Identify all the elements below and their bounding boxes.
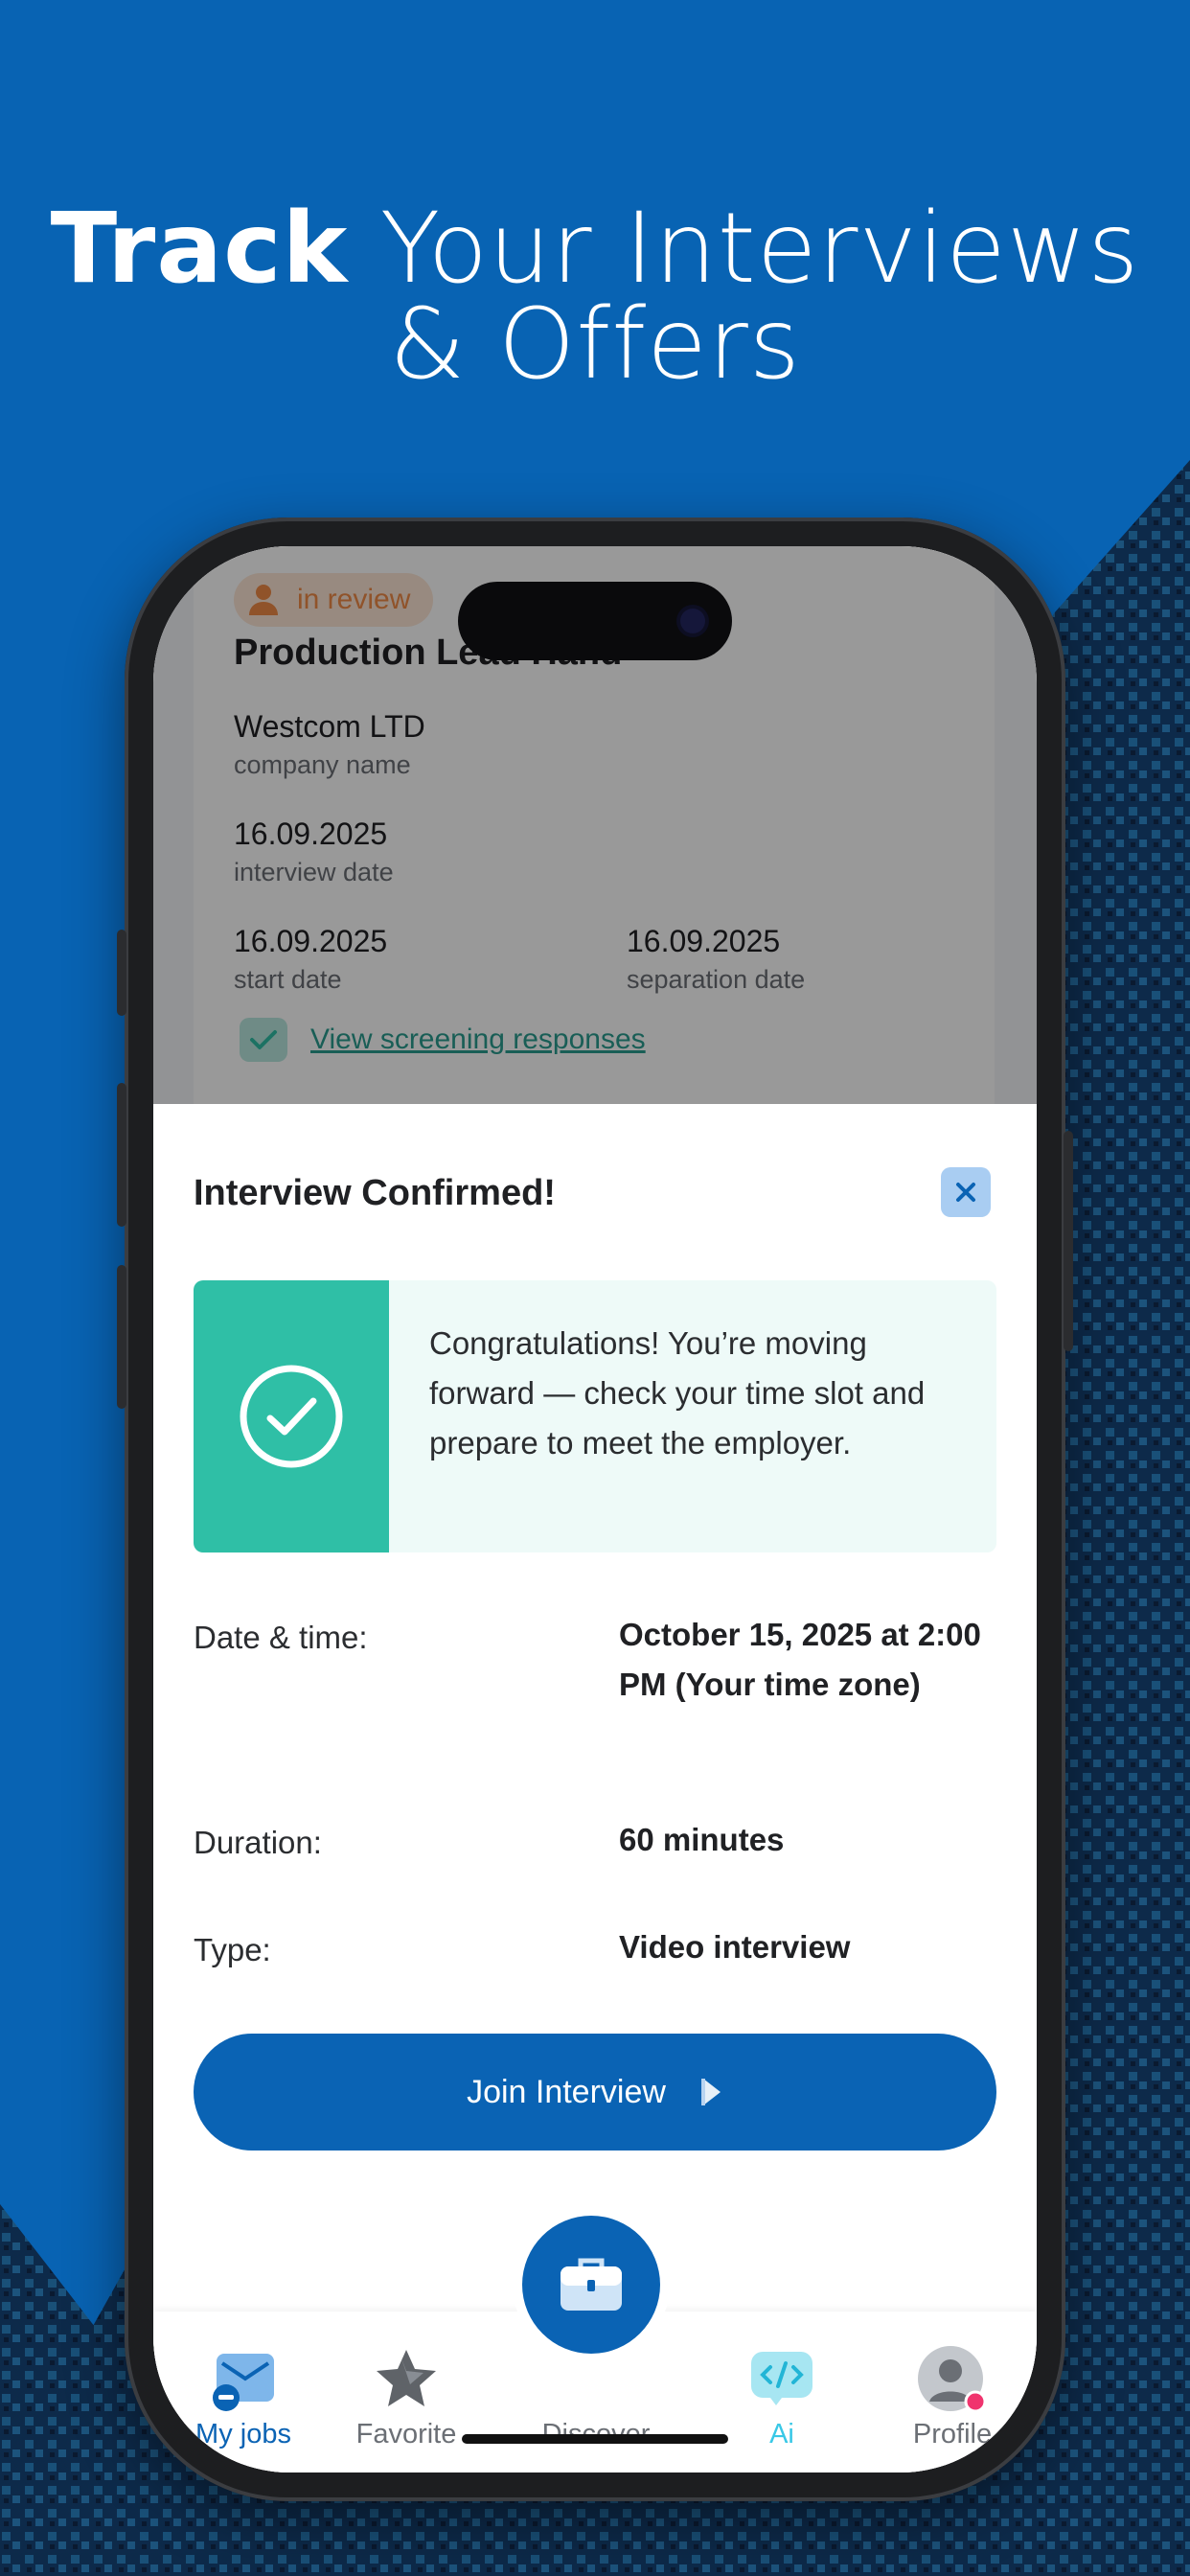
sheet-content: Date & time: October 15, 2025 at 2:00 PM… [153,1075,1037,2501]
type-value: Video interview [619,1929,851,1965]
phone-side-button [117,930,126,1016]
duration-label: Duration: [194,1825,322,1860]
join-interview-label: Join Interview [467,2073,666,2110]
hero-bold: Track [50,192,349,306]
hero-line2: & Offers [389,288,801,402]
play-arrow-icon [700,2079,721,2105]
phone-side-button [117,1083,126,1227]
hero-heading: Track Your Interviews & Offers [0,200,1190,402]
duration-value: 60 minutes [619,1822,785,1857]
type-label: Type: [194,1932,271,1967]
date-time-value: October 15, 2025 at 2:00 PM (Your time z… [619,1617,981,1702]
date-time-label: Date & time: [194,1620,368,1655]
camera-icon [680,609,705,633]
phone-side-button [117,1265,126,1409]
phone-side-button [1064,1131,1073,1351]
join-interview-button[interactable]: Join Interview [194,2034,996,2150]
dynamic-island [458,582,732,660]
